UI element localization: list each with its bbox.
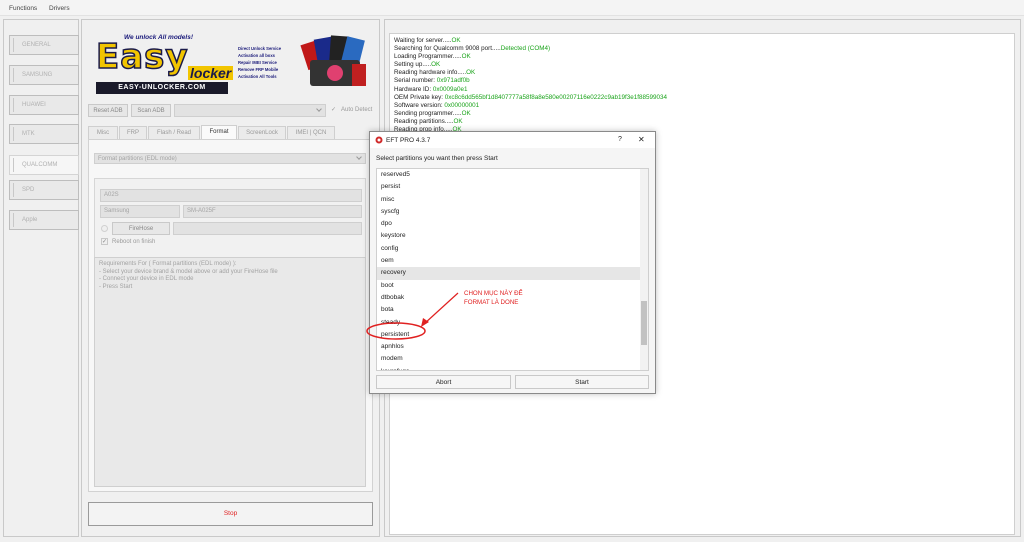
firehose-checkbox[interactable] xyxy=(101,225,108,232)
requirements-line: - Select your device brand & model above… xyxy=(99,268,278,275)
partition-list[interactable]: reserved5 persist misc syscfg dpo keysto… xyxy=(376,168,649,371)
log-line: OEM Private key: 0xc8c6dd565bf1d8407777a… xyxy=(394,93,667,101)
tab-format[interactable]: Format xyxy=(201,125,237,139)
sidebar-item-apple[interactable]: Apple xyxy=(9,210,79,230)
tab-frp[interactable]: FRP xyxy=(119,126,147,139)
partition-item[interactable]: keystore xyxy=(377,230,648,242)
annotation-line: CHON MỤC NÀY ĐỂ xyxy=(464,290,523,297)
log-line: Waiting for server.....OK xyxy=(394,37,461,44)
feature-item: Remove FRP Mobile xyxy=(238,67,279,72)
partition-item-selected[interactable]: recovery xyxy=(377,267,648,280)
annotation-line: FORMAT LÀ DONE xyxy=(464,299,519,306)
partition-item[interactable]: misc xyxy=(377,194,648,206)
dialog-title-bar: EFT PRO 4.3.7 ? ✕ xyxy=(370,132,655,148)
close-icon[interactable]: ✕ xyxy=(638,135,645,144)
scan-adb-button[interactable]: Scan ADB xyxy=(131,104,171,117)
tab-screenlock[interactable]: ScreenLock xyxy=(238,126,286,139)
annotation-note: CHON MỤC NÀY ĐỂ FORMAT LÀ DONE xyxy=(464,289,523,307)
model-select[interactable]: SM-A025F xyxy=(183,205,362,218)
logo-features: Direct Unlock Service Activation all box… xyxy=(238,45,300,80)
reboot-checkbox[interactable]: ✓ xyxy=(101,238,108,245)
dialog-title: EFT PRO 4.3.7 xyxy=(386,137,431,144)
log-line: Loading Programmer.....OK xyxy=(394,53,471,61)
auto-detect-checkbox[interactable]: ✓ xyxy=(331,107,338,114)
tab-imei-qcn[interactable]: IMEI | QCN xyxy=(287,126,335,139)
adb-device-select[interactable] xyxy=(174,104,326,117)
partition-item[interactable]: apnhlos xyxy=(377,341,648,353)
menu-drivers[interactable]: Drivers xyxy=(49,5,70,12)
partition-item[interactable]: config xyxy=(377,243,648,255)
log-line: Sending programmer.....OK xyxy=(394,109,471,117)
logo-cards-graphic xyxy=(300,35,366,86)
stop-button[interactable]: Stop xyxy=(88,502,373,526)
brand-select[interactable]: Samsung xyxy=(100,205,180,218)
feature-item: Activation all boxs xyxy=(238,53,275,58)
logo-banner: We unlock All models! Easy locker EASY-U… xyxy=(92,30,372,98)
start-button[interactable]: Start xyxy=(515,375,649,389)
log-line: Serial number: 0x971adf0b xyxy=(394,77,470,85)
feature-item: Activation All Tools xyxy=(238,74,277,79)
log-line: Hardware ID: 0x0009a0e1 xyxy=(394,85,468,93)
logo-brand-easy: Easy xyxy=(95,37,189,77)
partition-item[interactable]: persistent xyxy=(377,329,648,341)
log-line: Software version: 0x00000001 xyxy=(394,101,480,109)
requirements-line: - Connect your device in EDL mode xyxy=(99,276,194,282)
reboot-on-finish-label: Reboot on finish xyxy=(112,239,156,245)
operation-select[interactable]: Format partitions (EDL mode) xyxy=(94,153,366,164)
feature-item: Direct Unlock Service xyxy=(238,46,282,51)
help-icon[interactable]: ? xyxy=(618,136,622,143)
log-line: Searching for Qualcomm 9008 port.....Det… xyxy=(394,45,551,53)
sidebar-item-spd[interactable]: SPD xyxy=(9,180,79,200)
log-line: Reading hardware info.....OK xyxy=(394,69,476,77)
partition-item[interactable]: steady xyxy=(377,317,648,329)
partition-item[interactable]: syscfg xyxy=(377,206,648,218)
partition-item[interactable]: reserved5 xyxy=(377,169,648,181)
requirements-line: - Press Start xyxy=(99,283,133,290)
tab-flash-read[interactable]: Flash / Read xyxy=(148,126,200,139)
sidebar-item-samsung[interactable]: SAMSUNG xyxy=(9,65,79,85)
partition-item[interactable]: oem xyxy=(377,255,648,267)
firehose-button[interactable]: FireHose xyxy=(112,222,170,235)
menu-functions[interactable]: Functions xyxy=(9,5,37,12)
feature-item: Repair IMEI Service xyxy=(238,60,277,65)
log-line: Reading partitions.....OK xyxy=(394,117,463,125)
requirements-box: Requirements For ( Format partitions (ED… xyxy=(94,257,366,487)
auto-detect-label: Auto Detect xyxy=(341,107,373,113)
sidebar-item-general[interactable]: GENERAL xyxy=(9,35,79,55)
log-line: Setting up.....OK xyxy=(394,61,441,69)
sidebar: GENERAL SAMSUNG HUAWEI MTK QUALCOMM SPD … xyxy=(3,19,79,537)
chevron-down-icon xyxy=(316,106,322,112)
partition-item[interactable]: dpo xyxy=(377,218,648,230)
reset-adb-button[interactable]: Reset ADB xyxy=(88,104,128,117)
logo-brand-locker: locker xyxy=(188,65,234,81)
logo-site: EASY-UNLOCKER.COM xyxy=(96,82,228,94)
dialog-prompt: Select partitions you want then press St… xyxy=(376,155,498,162)
app-icon xyxy=(375,136,383,144)
sidebar-item-huawei[interactable]: HUAWEI xyxy=(9,95,79,115)
menu-bar: Functions Drivers xyxy=(0,0,1024,16)
partition-item[interactable]: keyrefuge xyxy=(377,366,648,370)
model-search-field[interactable]: A02S xyxy=(100,189,362,202)
tab-misc[interactable]: Misc xyxy=(88,126,118,139)
partition-item[interactable]: persist xyxy=(377,181,648,193)
requirements-line: Requirements For ( Format partitions (ED… xyxy=(99,261,237,267)
firehose-path-field[interactable] xyxy=(173,222,362,235)
sidebar-item-mtk[interactable]: MTK xyxy=(9,124,79,144)
scrollbar-thumb[interactable] xyxy=(641,301,647,345)
partition-dialog: EFT PRO 4.3.7 ? ✕ Select partitions you … xyxy=(369,131,656,394)
format-tab-content: Format partitions (EDL mode) A02S Samsun… xyxy=(88,139,373,492)
list-scrollbar[interactable] xyxy=(640,169,648,370)
abort-button[interactable]: Abort xyxy=(376,375,511,389)
sidebar-item-qualcomm[interactable]: QUALCOMM xyxy=(9,155,79,175)
partition-item[interactable]: modem xyxy=(377,353,648,365)
